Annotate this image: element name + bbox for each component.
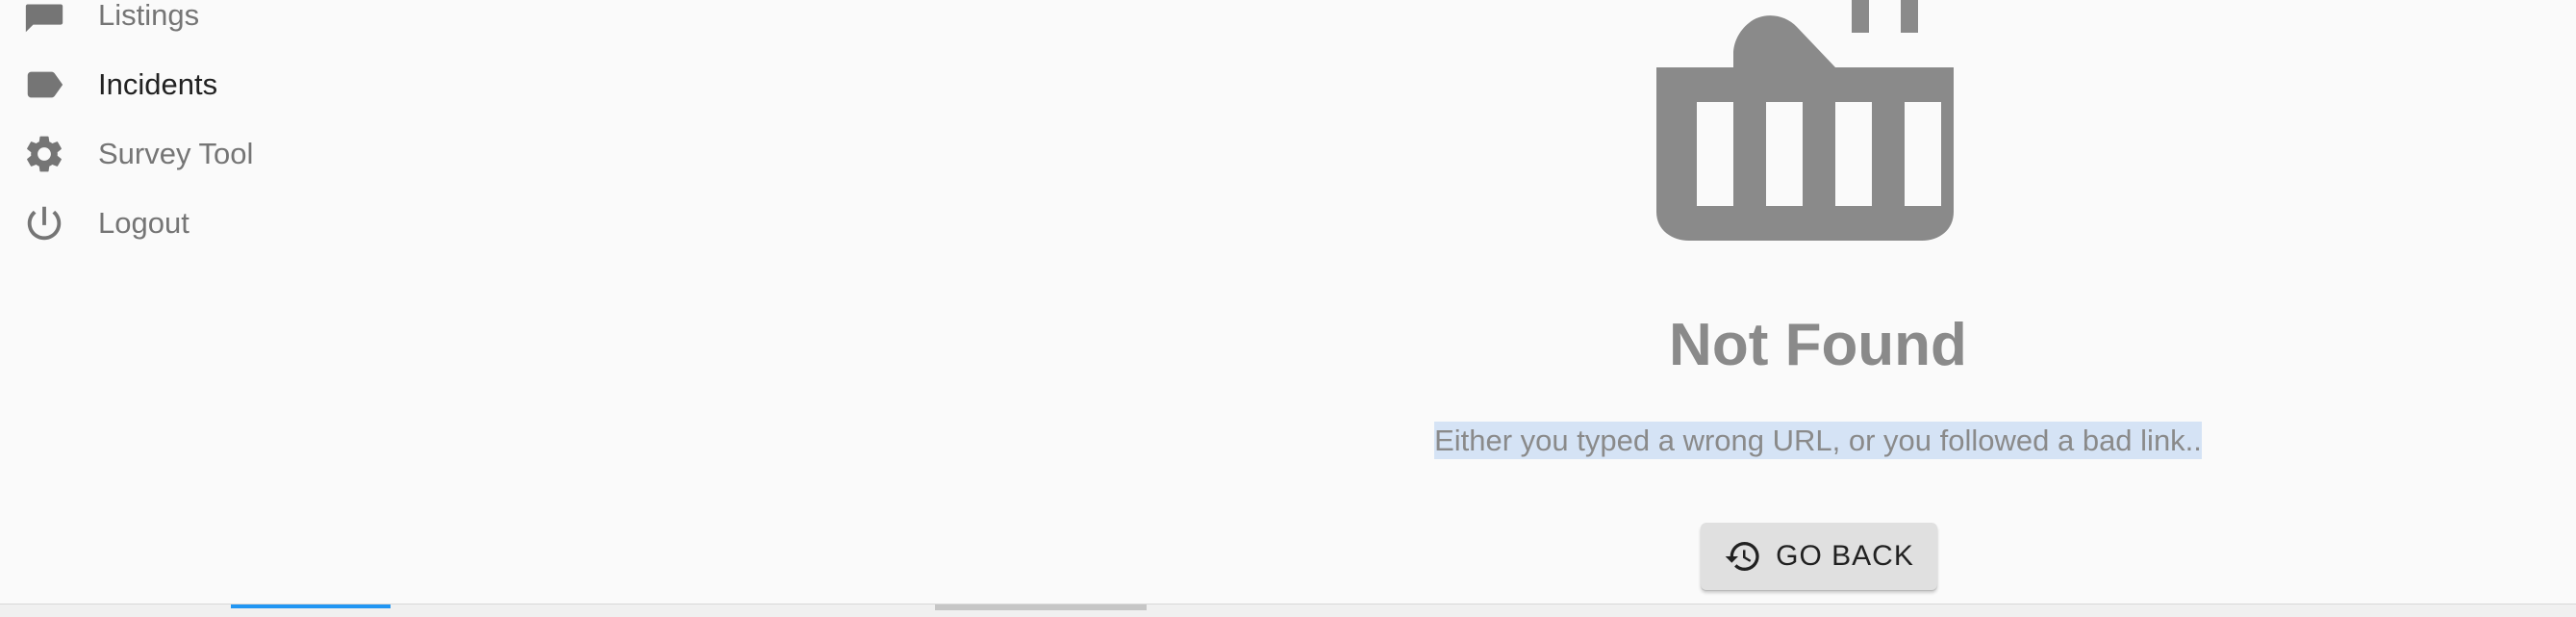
sidebar-item-incidents[interactable]: Incidents bbox=[0, 50, 577, 119]
sidebar-item-label: Survey Tool bbox=[98, 137, 254, 170]
sidebar-item-listings[interactable]: Listings bbox=[0, 0, 577, 50]
sidebar-item-survey-tool[interactable]: Survey Tool bbox=[0, 119, 577, 189]
label-tag-icon bbox=[21, 62, 67, 108]
sidebar-item-logout[interactable]: Logout bbox=[0, 189, 577, 258]
go-back-button[interactable]: GO BACK bbox=[1701, 523, 1937, 590]
go-back-label: GO BACK bbox=[1776, 540, 1914, 572]
not-found-panel: Not Found Either you typed a wrong URL, … bbox=[1337, 0, 2299, 604]
sidebar: Listings Incidents Survey Tool Logout bbox=[0, 0, 577, 604]
error-message: Either you typed a wrong URL, or you fol… bbox=[1434, 422, 2202, 459]
page-title: Not Found bbox=[1669, 312, 1967, 378]
sidebar-item-label: Incidents bbox=[98, 67, 218, 101]
sidebar-item-label: Listings bbox=[98, 0, 200, 32]
gear-icon bbox=[21, 131, 67, 177]
sidebar-item-label: Logout bbox=[98, 206, 189, 240]
bottom-scrollbar[interactable] bbox=[0, 604, 2576, 617]
active-tab-indicator bbox=[231, 604, 391, 608]
scrollbar-thumb[interactable] bbox=[935, 604, 1147, 610]
history-icon bbox=[1724, 537, 1762, 576]
chat-bubble-icon bbox=[21, 0, 67, 39]
broken-basket-icon bbox=[1656, 0, 1955, 241]
power-icon bbox=[21, 200, 67, 246]
subtitle-container: Either you typed a wrong URL, or you fol… bbox=[1337, 422, 2299, 459]
